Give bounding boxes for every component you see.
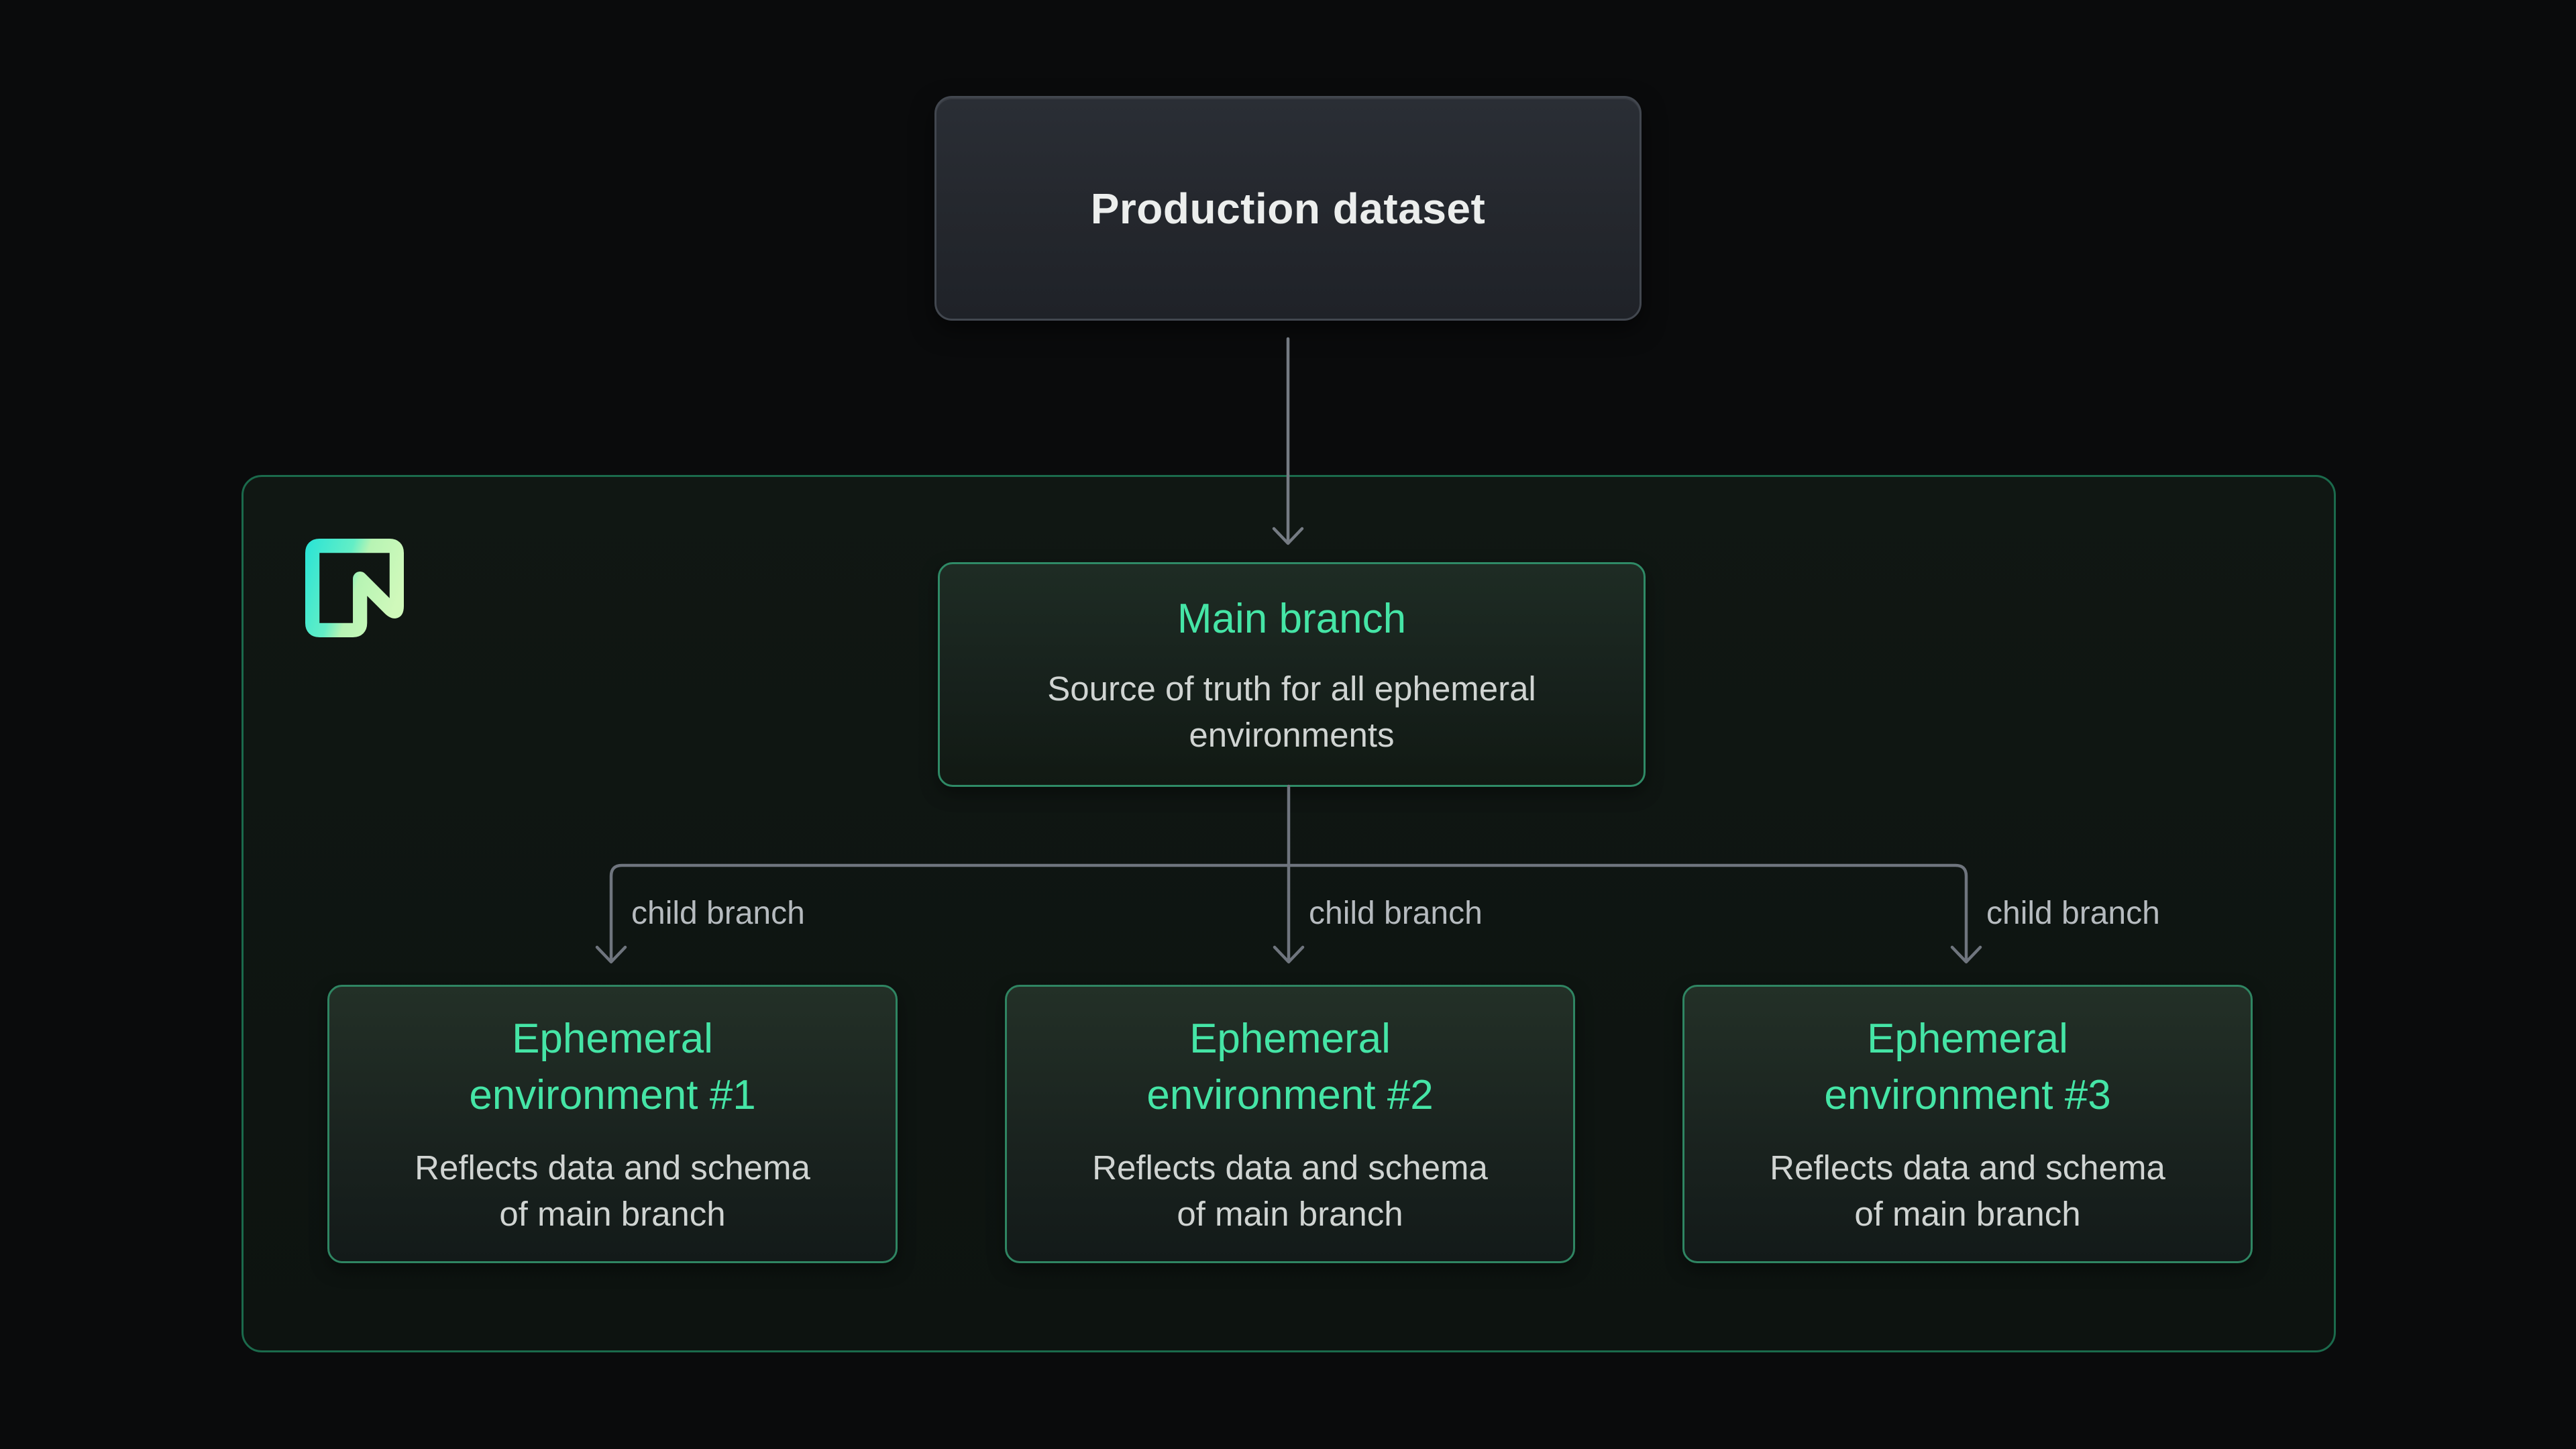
ephemeral-environment-1-node: Ephemeral environment #1 Reflects data a… xyxy=(327,985,898,1263)
child-branch-label-3: child branch xyxy=(1986,895,2160,932)
ephemeral-environment-3-title: Ephemeral environment #3 xyxy=(1824,1011,2110,1124)
ephemeral-environment-2-node: Ephemeral environment #2 Reflects data a… xyxy=(1005,985,1575,1263)
child-branch-label-1: child branch xyxy=(631,895,805,932)
neon-logo-icon xyxy=(305,539,404,637)
env1-title-line2: environment #1 xyxy=(469,1067,755,1124)
ephemeral-environment-3-node: Ephemeral environment #3 Reflects data a… xyxy=(1682,985,2253,1263)
ephemeral-environment-3-subtitle: Reflects data and schema of main branch xyxy=(1770,1145,2165,1237)
production-dataset-node: Production dataset xyxy=(934,96,1642,321)
production-dataset-title: Production dataset xyxy=(1091,184,1486,233)
env2-subtitle-line2: of main branch xyxy=(1092,1191,1488,1237)
env3-subtitle-line1: Reflects data and schema xyxy=(1770,1145,2165,1191)
env1-subtitle-line2: of main branch xyxy=(415,1191,810,1237)
main-branch-node: Main branch Source of truth for all ephe… xyxy=(938,562,1646,787)
main-branch-subtitle-line2: environments xyxy=(1047,712,1536,758)
ephemeral-environment-2-subtitle: Reflects data and schema of main branch xyxy=(1092,1145,1488,1237)
env2-title-line2: environment #2 xyxy=(1146,1067,1433,1124)
env2-subtitle-line1: Reflects data and schema xyxy=(1092,1145,1488,1191)
neon-logo-path xyxy=(313,546,397,631)
env3-subtitle-line2: of main branch xyxy=(1770,1191,2165,1237)
main-branch-subtitle: Source of truth for all ephemeral enviro… xyxy=(1047,666,1536,758)
main-branch-title: Main branch xyxy=(1177,591,1406,647)
env3-title-line1: Ephemeral xyxy=(1824,1011,2110,1067)
env3-title-line2: environment #3 xyxy=(1824,1067,2110,1124)
diagram-canvas: Production dataset Main branch Source of… xyxy=(0,0,2576,1449)
env1-title-line1: Ephemeral xyxy=(469,1011,755,1067)
ephemeral-environment-1-subtitle: Reflects data and schema of main branch xyxy=(415,1145,810,1237)
main-branch-subtitle-line1: Source of truth for all ephemeral xyxy=(1047,666,1536,712)
child-branch-label-2: child branch xyxy=(1309,895,1483,932)
ephemeral-environment-2-title: Ephemeral environment #2 xyxy=(1146,1011,1433,1124)
env2-title-line1: Ephemeral xyxy=(1146,1011,1433,1067)
env1-subtitle-line1: Reflects data and schema xyxy=(415,1145,810,1191)
ephemeral-environment-1-title: Ephemeral environment #1 xyxy=(469,1011,755,1124)
